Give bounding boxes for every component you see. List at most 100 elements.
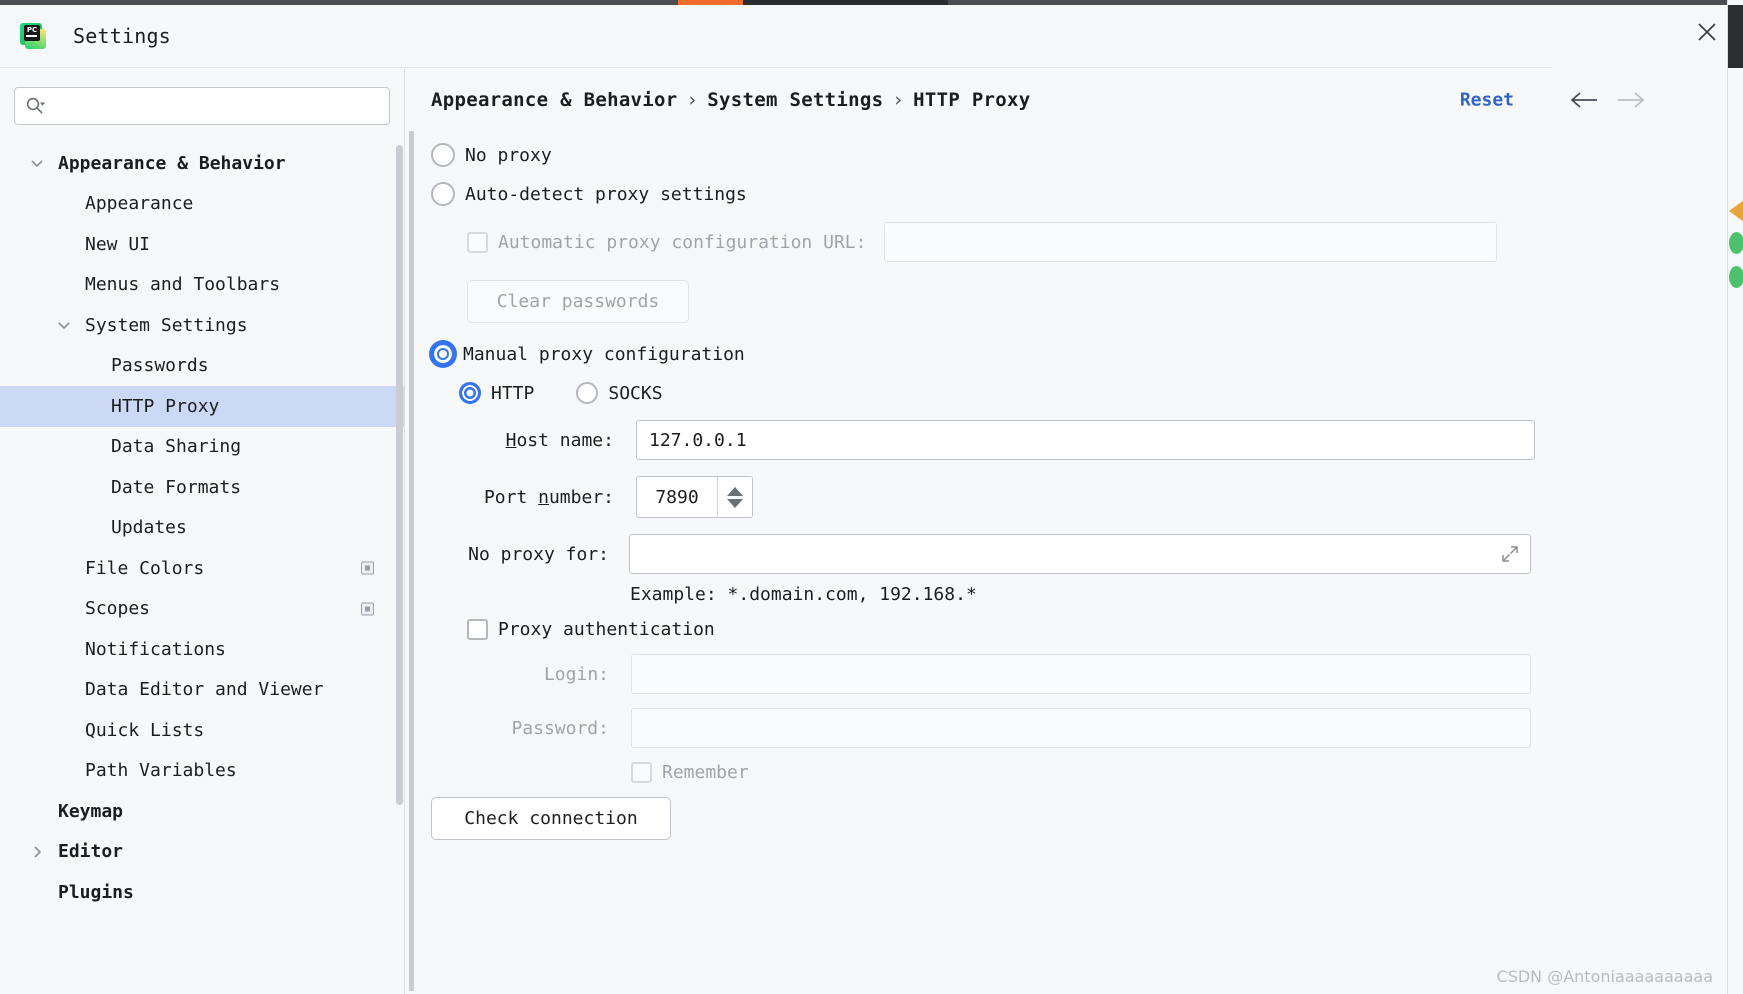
sidebar-item-label: HTTP Proxy [111, 395, 220, 417]
socks-label: SOCKS [608, 382, 663, 404]
breadcrumb-row: Appearance & Behavior › System Settings › HT… [406, 69, 1727, 131]
sidebar-item-label: Quick Lists [85, 719, 205, 741]
config-scope-icon [361, 561, 374, 575]
clear-passwords-button[interactable]: Clear passwords [467, 280, 689, 323]
breadcrumb-item[interactable]: Appearance & Behavior [431, 89, 678, 111]
sidebar-item-editor[interactable]: Editor [0, 832, 404, 873]
right-edge-strip [1727, 0, 1743, 994]
remember-checkbox[interactable] [631, 762, 652, 783]
sidebar-item-http-proxy[interactable]: HTTP Proxy [0, 386, 404, 427]
sidebar-item-label: Passwords [111, 355, 209, 377]
sidebar-item-label: Keymap [58, 800, 124, 822]
sidebar-item-system-settings[interactable]: System Settings [0, 305, 404, 346]
sidebar-item-label: Appearance & Behavior [58, 152, 286, 174]
spin-up-icon[interactable] [727, 486, 743, 496]
login-input[interactable] [631, 654, 1531, 694]
arrow-left-icon[interactable] [1567, 83, 1601, 117]
no-proxy-radio[interactable] [431, 143, 455, 167]
sidebar-item-quick-lists[interactable]: Quick Lists [0, 710, 404, 751]
sidebar-item-label: Notifications [85, 638, 226, 660]
clear-passwords-row: Clear passwords [467, 280, 1727, 323]
title-bar: PC Settings [0, 5, 1552, 68]
sidebar-item-label: Data Sharing [111, 436, 242, 458]
breadcrumb-item[interactable]: System Settings [707, 89, 883, 111]
port-spin-buttons[interactable] [717, 477, 752, 517]
watermark-text: CSDN @Antoniaaaaaaaaaa [1496, 967, 1713, 986]
green-marker-1 [1729, 232, 1743, 254]
sidebar-item-scopes[interactable]: Scopes [0, 589, 404, 630]
sidebar-scrollbar[interactable] [396, 145, 403, 805]
config-scope-icon [361, 602, 374, 616]
example-row: Example: *.domain.com, 192.168.* [431, 584, 1727, 605]
password-input[interactable] [631, 708, 1531, 748]
manual-proxy-label: Manual proxy configuration [463, 343, 745, 365]
http-radio[interactable] [459, 382, 481, 404]
sidebar-item-path-variables[interactable]: Path Variables [0, 751, 404, 792]
protocol-row: HTTP SOCKS [459, 382, 1727, 404]
check-connection-button[interactable]: Check connection [431, 797, 671, 840]
settings-content: Appearance & Behavior › System Settings › HT… [406, 69, 1727, 994]
port-number-stepper[interactable] [636, 476, 753, 518]
pac-url-input[interactable] [884, 222, 1498, 262]
chevron-down-icon[interactable] [28, 154, 46, 172]
sidebar-item-data-editor-and-viewer[interactable]: Data Editor and Viewer [0, 670, 404, 711]
no-proxy-label: No proxy [465, 144, 552, 166]
remember-label: Remember [662, 762, 749, 783]
sidebar-item-menus-and-toolbars[interactable]: Menus and Toolbars [0, 265, 404, 306]
socks-radio[interactable] [576, 382, 599, 404]
example-text: Example: *.domain.com, 192.168.* [630, 584, 977, 605]
sidebar-item-appearance[interactable]: Appearance [0, 184, 404, 225]
auto-detect-radio[interactable] [431, 182, 455, 206]
port-number-input[interactable] [637, 477, 717, 517]
sidebar-item-label: System Settings [85, 314, 248, 336]
manual-proxy-radio[interactable] [431, 342, 455, 366]
auto-detect-row[interactable]: Auto-detect proxy settings [431, 182, 1727, 206]
chevron-down-icon[interactable] [55, 316, 73, 334]
http-proxy-form: No proxy Auto-detect proxy settings Auto… [406, 131, 1727, 994]
reset-link[interactable]: Reset [1460, 90, 1514, 111]
sidebar-item-appearance-behavior[interactable]: Appearance & Behavior [0, 143, 404, 184]
sidebar-item-plugins[interactable]: Plugins [0, 872, 404, 913]
check-connection-row: Check connection [431, 797, 1727, 840]
sidebar-item-data-sharing[interactable]: Data Sharing [0, 427, 404, 468]
breadcrumb-separator: › [892, 89, 905, 111]
arrow-right-icon[interactable] [1614, 83, 1648, 117]
spin-down-icon[interactable] [727, 498, 743, 508]
search-box[interactable] [14, 87, 390, 125]
breadcrumb: Appearance & Behavior › System Settings › HT… [431, 89, 1031, 111]
pac-url-checkbox[interactable] [467, 231, 488, 253]
proxy-auth-row[interactable]: Proxy authentication [467, 619, 1727, 640]
warning-marker [1729, 200, 1743, 222]
sidebar-item-date-formats[interactable]: Date Formats [0, 467, 404, 508]
no-proxy-for-input[interactable] [629, 534, 1531, 574]
sidebar-item-updates[interactable]: Updates [0, 508, 404, 549]
sidebar-item-file-colors[interactable]: File Colors [0, 548, 404, 589]
host-name-input[interactable] [636, 420, 1535, 460]
sidebar-item-label: Menus and Toolbars [85, 274, 281, 296]
sidebar-item-label: Scopes [85, 598, 151, 620]
expand-icon[interactable] [1501, 545, 1519, 563]
password-row: Password: [431, 708, 1727, 748]
sidebar-item-label: File Colors [85, 557, 205, 579]
proxy-auth-checkbox[interactable] [467, 619, 488, 640]
sidebar-item-label: Path Variables [85, 760, 237, 782]
no-proxy-row[interactable]: No proxy [431, 143, 1727, 167]
settings-sidebar: Appearance & Behavior Appearance New UI Men… [0, 69, 405, 994]
search-input[interactable] [51, 96, 379, 116]
host-name-row: Host name: [431, 420, 1727, 460]
window-title: Settings [73, 24, 171, 48]
pac-url-row: Automatic proxy configuration URL: [467, 222, 1727, 262]
chevron-right-icon[interactable] [28, 843, 46, 861]
sidebar-item-keymap[interactable]: Keymap [0, 791, 404, 832]
sidebar-item-passwords[interactable]: Passwords [0, 346, 404, 387]
breadcrumb-item[interactable]: HTTP Proxy [913, 89, 1030, 111]
close-icon[interactable] [1689, 14, 1725, 50]
sidebar-item-notifications[interactable]: Notifications [0, 629, 404, 670]
sidebar-item-label: Date Formats [111, 476, 242, 498]
sidebar-item-new-ui[interactable]: New UI [0, 224, 404, 265]
pac-url-label: Automatic proxy configuration URL: [498, 231, 867, 253]
manual-proxy-row[interactable]: Manual proxy configuration [431, 342, 1727, 366]
http-label: HTTP [491, 382, 535, 404]
port-number-label: Port number: [483, 486, 614, 508]
proxy-auth-label: Proxy authentication [498, 619, 715, 640]
